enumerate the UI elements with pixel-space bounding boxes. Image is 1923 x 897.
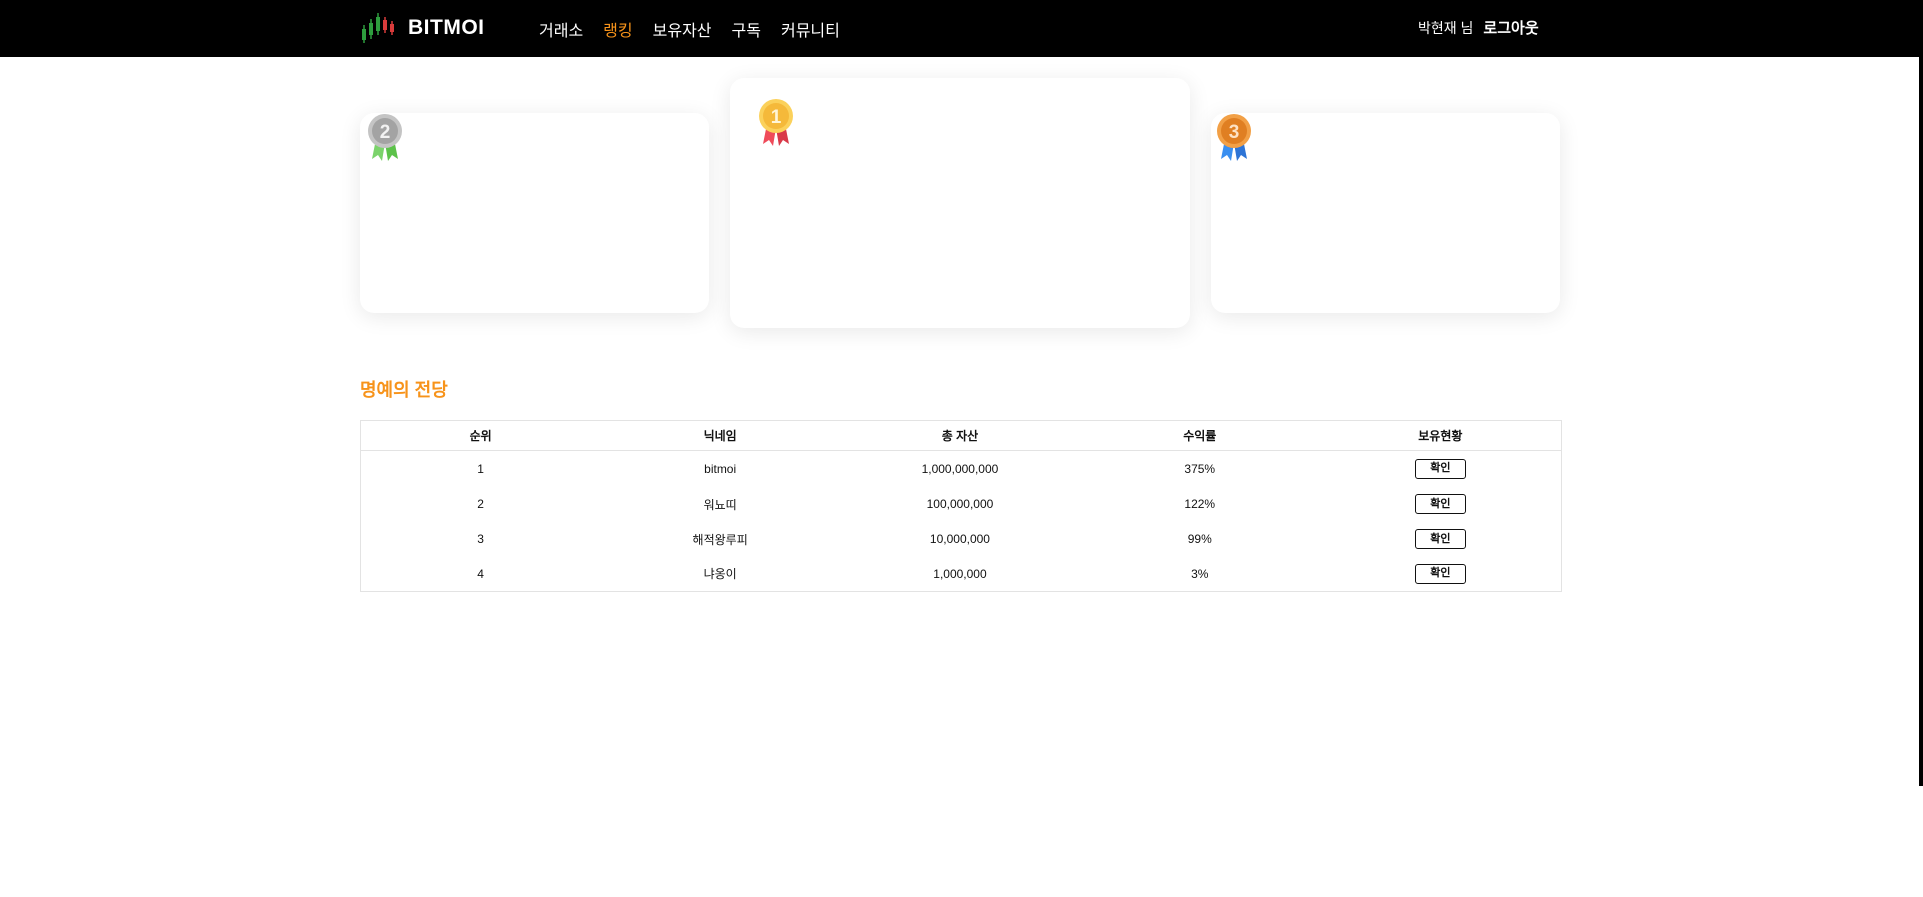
- menu-item-ranking[interactable]: 랭킹: [603, 17, 632, 41]
- svg-text:1: 1: [771, 107, 782, 128]
- cell-nickname: bitmoi: [704, 461, 737, 476]
- main-menu: 거래소 랭킹 보유자산 구독 커뮤니티: [539, 0, 860, 57]
- table-row: 4 냐옹이 1,000,000 3% 확인: [361, 557, 1562, 592]
- brand-logo[interactable]: BITMOI: [360, 9, 485, 47]
- cell-holdings: 확인: [1320, 451, 1562, 487]
- menu-item-community[interactable]: 커뮤니티: [781, 17, 840, 41]
- cell-holdings: 확인: [1320, 557, 1562, 592]
- cell-rank: 1: [477, 461, 484, 476]
- brand-name: BITMOI: [408, 16, 485, 39]
- cell-yield: 99%: [1187, 532, 1212, 546]
- column-header-total-assets: 총 자산: [941, 429, 979, 443]
- table-header-row: 순위 닉네임 총 자산 수익률 보유현황: [360, 421, 1562, 451]
- confirm-button[interactable]: 확인: [1414, 529, 1466, 549]
- column-header-rank: 순위: [469, 429, 492, 443]
- menu-item-assets[interactable]: 보유자산: [653, 17, 712, 41]
- candlestick-logo-icon: [362, 13, 394, 43]
- column-header-yield: 수익률: [1183, 429, 1217, 443]
- column-header-holdings: 보유현황: [1418, 429, 1463, 443]
- table-row: 1 bitmoi 1,000,000,000 375% 확인: [361, 451, 1562, 487]
- cell-total-assets: 10,000,000: [929, 532, 990, 546]
- cell-rank: 3: [477, 532, 484, 546]
- cell-holdings: 확인: [1320, 487, 1562, 522]
- column-header-nickname: 닉네임: [703, 429, 737, 443]
- cell-total-assets: 100,000,000: [926, 497, 994, 511]
- svg-text:3: 3: [1229, 122, 1240, 143]
- cell-yield: 3%: [1191, 566, 1209, 581]
- cell-yield: 375%: [1184, 461, 1216, 476]
- menu-item-exchange[interactable]: 거래소: [539, 17, 583, 41]
- cell-total-assets: 1,000,000: [933, 566, 987, 581]
- confirm-button[interactable]: 확인: [1414, 458, 1466, 479]
- gold-medal-icon: 1: [759, 99, 793, 146]
- cell-holdings: 확인: [1320, 522, 1562, 557]
- confirm-button[interactable]: 확인: [1414, 563, 1466, 584]
- svg-text:2: 2: [380, 122, 391, 143]
- cell-nickname: 워뇨띠: [703, 497, 737, 512]
- confirm-button[interactable]: 확인: [1414, 494, 1466, 514]
- logout-button[interactable]: 로그아웃: [1483, 17, 1538, 38]
- menu-item-subscribe[interactable]: 구독: [732, 17, 761, 41]
- podium-card-rank-1: 1: [730, 78, 1190, 328]
- cell-nickname: 해적왕루피: [692, 532, 748, 547]
- cell-rank: 4: [477, 566, 484, 581]
- podium-card-rank-3: 3: [1211, 113, 1560, 313]
- bronze-medal-icon: 3: [1217, 114, 1251, 161]
- cell-total-assets: 1,000,000,000: [921, 461, 999, 476]
- navbar: BITMOI 거래소 랭킹 보유자산 구독 커뮤니티 박현재 님 로그아웃: [0, 0, 1923, 57]
- cell-nickname: 냐옹이: [703, 567, 737, 582]
- user-name: 박현재 님: [1418, 19, 1474, 36]
- table-row: 2 워뇨띠 100,000,000 122% 확인: [361, 487, 1562, 522]
- silver-medal-icon: 2: [368, 114, 402, 161]
- user-area: 박현재 님 로그아웃: [1418, 0, 1539, 55]
- cell-yield: 122%: [1184, 497, 1216, 511]
- cell-rank: 2: [477, 497, 484, 511]
- podium-card-rank-2: 2: [360, 113, 709, 313]
- table-row: 3 해적왕루피 10,000,000 99% 확인: [361, 522, 1562, 557]
- hall-of-fame-title: 명예의 전당: [360, 380, 448, 400]
- ranking-table: 순위 닉네임 총 자산 수익률 보유현황 1 bitmoi 1,000,000,…: [360, 420, 1562, 592]
- window-edge: [1919, 0, 1923, 786]
